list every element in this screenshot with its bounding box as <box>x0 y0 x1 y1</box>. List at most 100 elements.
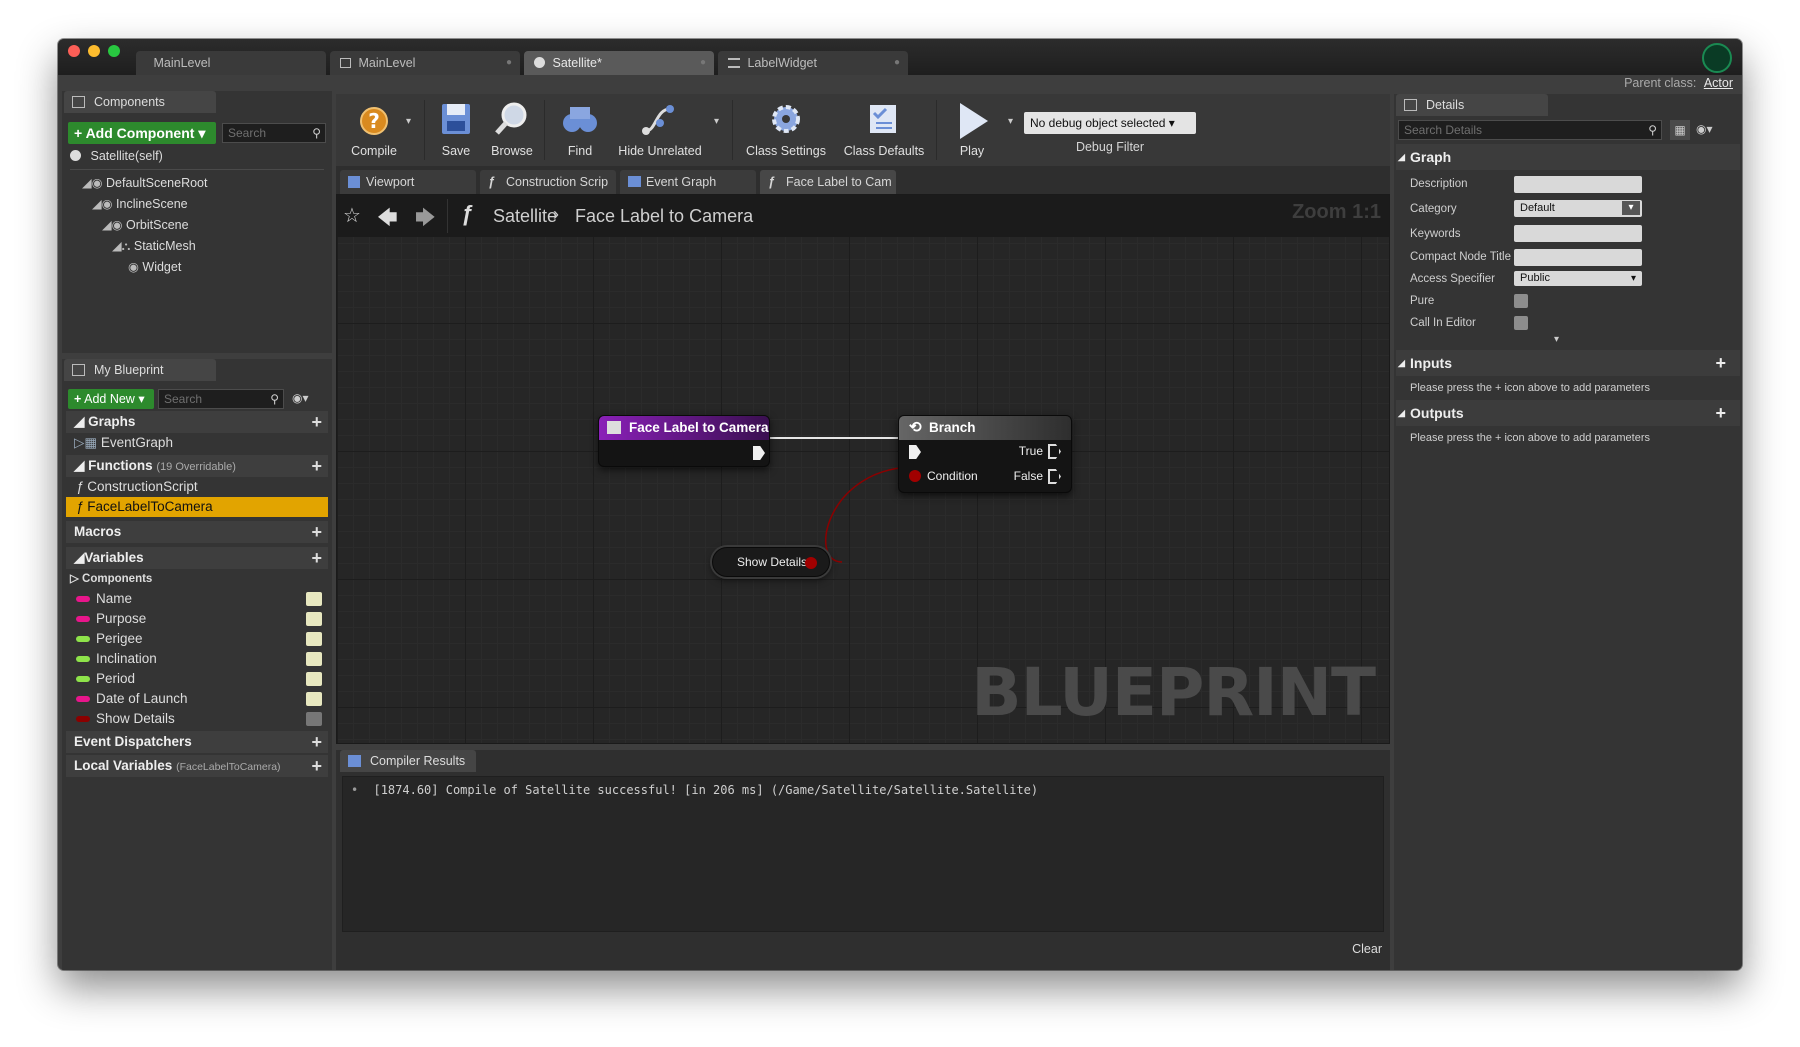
close-icon[interactable]: ● <box>700 51 706 75</box>
variables-components-category[interactable]: ▷ Components <box>66 569 328 589</box>
graphs-section[interactable]: ◢ Graphs + <box>66 411 328 433</box>
add-component-button[interactable]: + Add Component ▾ <box>68 122 216 144</box>
component-widget[interactable]: ◉ Widget <box>128 259 181 274</box>
compile-button[interactable]: ? Compile <box>338 94 410 166</box>
close-icon[interactable]: ● <box>506 51 512 75</box>
component-defaultsceneroot[interactable]: ◢◉ DefaultSceneRoot <box>82 175 207 190</box>
variable-purpose[interactable]: Purpose <box>66 609 328 629</box>
find-button[interactable]: Find <box>550 94 610 166</box>
doc-tab-mainlevel-2[interactable]: MainLevel ● <box>330 51 520 75</box>
class-settings-button[interactable]: Class Settings <box>738 94 834 166</box>
component-orbitscene[interactable]: ◢◉ OrbitScene <box>102 217 189 232</box>
clear-button[interactable]: Clear <box>1352 942 1382 956</box>
macros-section[interactable]: Macros + <box>66 521 328 543</box>
add-output-icon[interactable]: + <box>1715 400 1726 426</box>
blueprint-graph-canvas[interactable]: ☆ 🡄 🡆 ƒ Satellite › Face Label to Camera… <box>336 194 1390 744</box>
variable-date-of-launch[interactable]: Date of Launch <box>66 689 328 709</box>
doc-tab-mainlevel-1[interactable]: MainLevel <box>136 51 326 75</box>
view-options-icon[interactable]: ◉▾ <box>292 391 309 405</box>
variable-perigee[interactable]: Perigee <box>66 629 328 649</box>
component-inclinescene[interactable]: ◢◉ InclineScene <box>92 196 188 211</box>
graph-section[interactable]: ◢ Graph <box>1396 144 1740 170</box>
true-exec-pin[interactable] <box>1048 444 1061 459</box>
branch-node[interactable]: ⟲ Branch True Condition False <box>898 415 1072 493</box>
advanced-expand-icon[interactable]: ▾ <box>1554 334 1559 345</box>
add-variable-icon[interactable]: + <box>311 547 322 569</box>
class-defaults-button[interactable]: Class Defaults <box>836 94 932 166</box>
variable-show-details[interactable]: Show Details <box>66 709 328 729</box>
variable-inclination[interactable]: Inclination <box>66 649 328 669</box>
tab-event-graph[interactable]: Event Graph <box>620 170 756 194</box>
eye-closed-icon[interactable] <box>306 712 322 726</box>
my-blueprint-search-input[interactable]: Search ⚲ <box>158 389 284 409</box>
my-blueprint-tab[interactable]: My Blueprint <box>64 359 216 381</box>
component-self[interactable]: Satellite(self) <box>70 149 163 163</box>
bool-output-pin[interactable] <box>805 557 817 569</box>
add-input-icon[interactable]: + <box>1715 350 1726 376</box>
compile-options-chevron-icon[interactable]: ▾ <box>406 116 411 127</box>
variable-name[interactable]: Name <box>66 589 328 609</box>
parent-class-link[interactable]: Actor <box>1704 76 1733 90</box>
functions-section[interactable]: ◢ Functions (19 Overridable) + <box>66 455 328 477</box>
local-variables-section[interactable]: Local Variables (FaceLabelToCamera) + <box>66 755 328 777</box>
save-button[interactable]: Save <box>428 94 484 166</box>
add-dispatcher-icon[interactable]: + <box>311 731 322 753</box>
category-select[interactable]: Default ▾ <box>1514 200 1642 217</box>
eye-icon[interactable] <box>306 612 322 626</box>
play-button[interactable]: Play <box>942 94 1002 166</box>
function-entry-node[interactable]: Face Label to Camera <box>598 415 770 467</box>
zoom-window-button[interactable] <box>108 45 120 57</box>
function-constructionscript[interactable]: ƒ ConstructionScript <box>66 477 328 497</box>
hide-unrelated-chevron-icon[interactable]: ▾ <box>714 116 719 127</box>
keywords-field[interactable] <box>1514 225 1642 242</box>
add-graph-icon[interactable]: + <box>311 411 322 433</box>
access-specifier-select[interactable]: Public ▾ <box>1514 271 1642 286</box>
tab-face-label-to-cam[interactable]: ƒ Face Label to Cam <box>760 170 896 194</box>
details-search-input[interactable]: Search Details ⚲ <box>1398 120 1662 140</box>
pure-checkbox[interactable] <box>1514 294 1528 308</box>
browse-button[interactable]: Browse <box>484 94 540 166</box>
details-tab[interactable]: Details <box>1396 94 1548 116</box>
eye-icon[interactable] <box>306 632 322 646</box>
function-facelabeltocamera[interactable]: ƒ FaceLabelToCamera <box>66 497 328 517</box>
add-function-icon[interactable]: + <box>311 455 322 477</box>
exec-input-pin[interactable] <box>909 445 921 459</box>
doc-tab-satellite[interactable]: Satellite* ● <box>524 51 714 75</box>
graph-eventgraph[interactable]: ▷▦ EventGraph <box>66 433 328 453</box>
doc-tab-labelwidget[interactable]: LabelWidget ● <box>718 51 908 75</box>
condition-pin[interactable] <box>909 470 921 482</box>
debug-object-select[interactable]: No debug object selected ▾ <box>1024 112 1196 134</box>
description-field[interactable] <box>1514 176 1642 193</box>
eye-icon[interactable] <box>306 672 322 686</box>
outputs-section[interactable]: ◢ Outputs + <box>1396 400 1740 426</box>
compiler-results-tab[interactable]: Compiler Results <box>340 750 476 772</box>
view-options-icon[interactable]: ◉▾ <box>1696 122 1713 136</box>
tab-viewport[interactable]: Viewport <box>340 170 476 194</box>
property-matrix-icon[interactable]: ▦ <box>1670 120 1690 140</box>
hide-unrelated-button[interactable]: Hide Unrelated <box>612 94 708 166</box>
false-exec-pin[interactable] <box>1048 469 1061 484</box>
eye-icon[interactable] <box>306 692 322 706</box>
eye-icon[interactable] <box>306 652 322 666</box>
component-staticmesh[interactable]: ◢⛬ StaticMesh <box>112 238 196 254</box>
exec-output-pin[interactable] <box>753 446 765 460</box>
show-details-getter-node[interactable]: Show Details <box>712 547 830 577</box>
close-icon[interactable]: ● <box>894 51 900 75</box>
event-dispatchers-section[interactable]: Event Dispatchers + <box>66 731 328 753</box>
minimize-window-button[interactable] <box>88 45 100 57</box>
tab-construction-script[interactable]: ƒ Construction Scrip <box>480 170 616 194</box>
components-tab[interactable]: Components <box>64 91 216 113</box>
variables-section[interactable]: ◢Variables + <box>66 547 328 569</box>
inputs-section[interactable]: ◢ Inputs + <box>1396 350 1740 376</box>
add-macro-icon[interactable]: + <box>311 521 322 543</box>
compact-node-title-field[interactable] <box>1514 249 1642 266</box>
eye-icon[interactable] <box>306 592 322 606</box>
close-window-button[interactable] <box>68 45 80 57</box>
add-local-variable-icon[interactable]: + <box>311 755 322 777</box>
add-new-button[interactable]: + Add New ▾ <box>68 389 154 409</box>
event-graph-icon <box>628 176 641 187</box>
call-in-editor-checkbox[interactable] <box>1514 316 1528 330</box>
play-options-chevron-icon[interactable]: ▾ <box>1008 116 1013 127</box>
components-search-input[interactable]: Search ⚲ <box>222 123 326 143</box>
variable-period[interactable]: Period <box>66 669 328 689</box>
